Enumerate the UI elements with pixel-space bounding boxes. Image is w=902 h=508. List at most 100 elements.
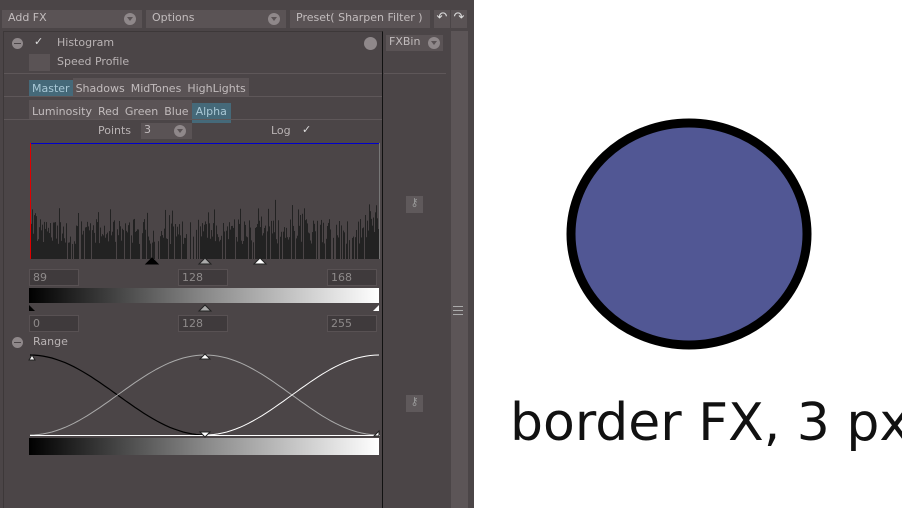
histogram-bar — [376, 205, 377, 259]
histogram-bar — [60, 222, 61, 259]
range-curves[interactable] — [28, 352, 382, 438]
histogram-bar — [265, 225, 266, 259]
fxbin-dropdown[interactable]: FXBin — [386, 35, 443, 51]
options-dropdown[interactable]: Options — [146, 10, 286, 28]
histogram-bar — [110, 209, 111, 259]
histogram-bar — [311, 243, 312, 259]
histogram-bar — [57, 225, 58, 259]
histogram-bar — [373, 217, 374, 259]
histogram-bar — [143, 222, 144, 259]
histogram-bar — [209, 223, 210, 259]
scroll-grip-icon[interactable] — [453, 306, 463, 315]
histogram-bar — [256, 227, 257, 259]
histogram-bar — [343, 230, 344, 259]
tab-midtones[interactable]: MidTones — [127, 78, 185, 97]
points-dropdown[interactable]: 3 — [141, 123, 192, 139]
divider — [384, 73, 446, 74]
output-mid-handle[interactable] — [197, 304, 213, 312]
histogram-bar — [131, 235, 132, 259]
histogram-bar — [45, 228, 46, 259]
histogram-bar — [198, 219, 199, 259]
histogram-bar — [333, 237, 334, 259]
histogram-bar — [250, 227, 251, 259]
histogram-bar — [47, 231, 48, 259]
key-icon[interactable]: ⚷ — [406, 395, 423, 412]
histogram-bar — [185, 237, 186, 259]
histogram-bar — [64, 238, 65, 259]
input-high-field[interactable]: 168 — [327, 269, 377, 286]
histogram-bar — [232, 225, 233, 259]
collapse-icon[interactable] — [12, 38, 23, 49]
histogram-bar — [176, 236, 177, 259]
histogram-bar — [59, 208, 60, 259]
histogram-bar — [135, 231, 136, 259]
histogram-bar — [204, 224, 205, 259]
histogram-bar — [353, 236, 354, 259]
histogram-bar — [150, 243, 151, 259]
tab-blue[interactable]: Blue — [161, 100, 192, 120]
histogram-bar — [39, 227, 40, 259]
histogram-bar — [56, 238, 57, 259]
undo-icon[interactable]: ↶ — [434, 10, 450, 28]
histogram-bar — [276, 239, 277, 259]
histogram-bar — [280, 236, 281, 259]
histogram-bar — [42, 224, 43, 259]
output-high-handle[interactable] — [373, 305, 379, 311]
range-label: Range — [33, 335, 68, 348]
histogram-bar — [166, 238, 167, 259]
output-high-field[interactable]: 255 — [327, 315, 377, 332]
tab-highlights[interactable]: HighLights — [184, 78, 249, 97]
speed-profile-checkbox[interactable] — [29, 54, 50, 71]
enabled-checkbox[interactable]: ✓ — [34, 35, 43, 48]
histogram-bar — [109, 231, 110, 259]
log-checkbox[interactable]: ✓ — [302, 123, 311, 136]
fx-menu-icon[interactable] — [364, 37, 377, 50]
histogram-bar — [255, 227, 256, 259]
key-icon[interactable]: ⚷ — [406, 196, 423, 213]
histogram-bar — [371, 218, 372, 259]
histogram-bar — [186, 234, 187, 259]
histogram-bar — [46, 222, 47, 259]
input-mid-field[interactable]: 128 — [178, 269, 228, 286]
histogram-bar — [288, 239, 289, 259]
histogram-bar — [193, 236, 194, 259]
preset-dropdown[interactable]: Preset( Sharpen Filter ) — [290, 10, 430, 28]
scrollbar[interactable] — [451, 31, 468, 508]
histogram-bar — [304, 208, 305, 259]
histogram-bar — [287, 237, 288, 259]
tab-green[interactable]: Green — [121, 100, 162, 120]
chevron-down-icon — [124, 13, 136, 25]
histogram-bar — [262, 235, 263, 259]
histogram-graph[interactable] — [28, 141, 382, 271]
options-label: Options — [152, 11, 195, 24]
tab-alpha[interactable]: Alpha — [191, 103, 231, 123]
histogram-bar — [365, 214, 366, 259]
histogram-bar — [48, 227, 49, 259]
histogram-bar — [65, 242, 66, 259]
histogram-bar — [275, 199, 276, 259]
input-low-field[interactable]: 89 — [29, 269, 79, 286]
collapse-icon[interactable] — [12, 337, 23, 348]
range-handle[interactable] — [28, 354, 36, 361]
histogram-bar — [129, 222, 130, 259]
output-mid-field[interactable]: 128 — [178, 315, 228, 332]
output-low-handle[interactable] — [29, 305, 35, 311]
histogram-bar — [216, 225, 217, 259]
output-handles — [29, 304, 379, 312]
histogram-bar — [362, 228, 363, 259]
histogram-bar — [257, 223, 258, 259]
range-handle[interactable] — [372, 429, 380, 437]
tab-shadows[interactable]: Shadows — [72, 78, 128, 97]
tab-luminosity[interactable]: Luminosity — [29, 100, 95, 120]
redo-icon[interactable]: ↷ — [451, 10, 467, 28]
tab-master[interactable]: Master — [29, 80, 73, 97]
output-low-field[interactable]: 0 — [29, 315, 79, 332]
histogram-bar — [312, 232, 313, 259]
add-fx-dropdown[interactable]: Add FX — [2, 10, 142, 28]
histogram-bar — [62, 233, 63, 259]
histogram-bar — [41, 230, 42, 259]
histogram-bar — [326, 238, 327, 259]
histogram-bar — [139, 243, 140, 259]
tab-red[interactable]: Red — [95, 100, 122, 120]
histogram-bar — [164, 228, 165, 259]
